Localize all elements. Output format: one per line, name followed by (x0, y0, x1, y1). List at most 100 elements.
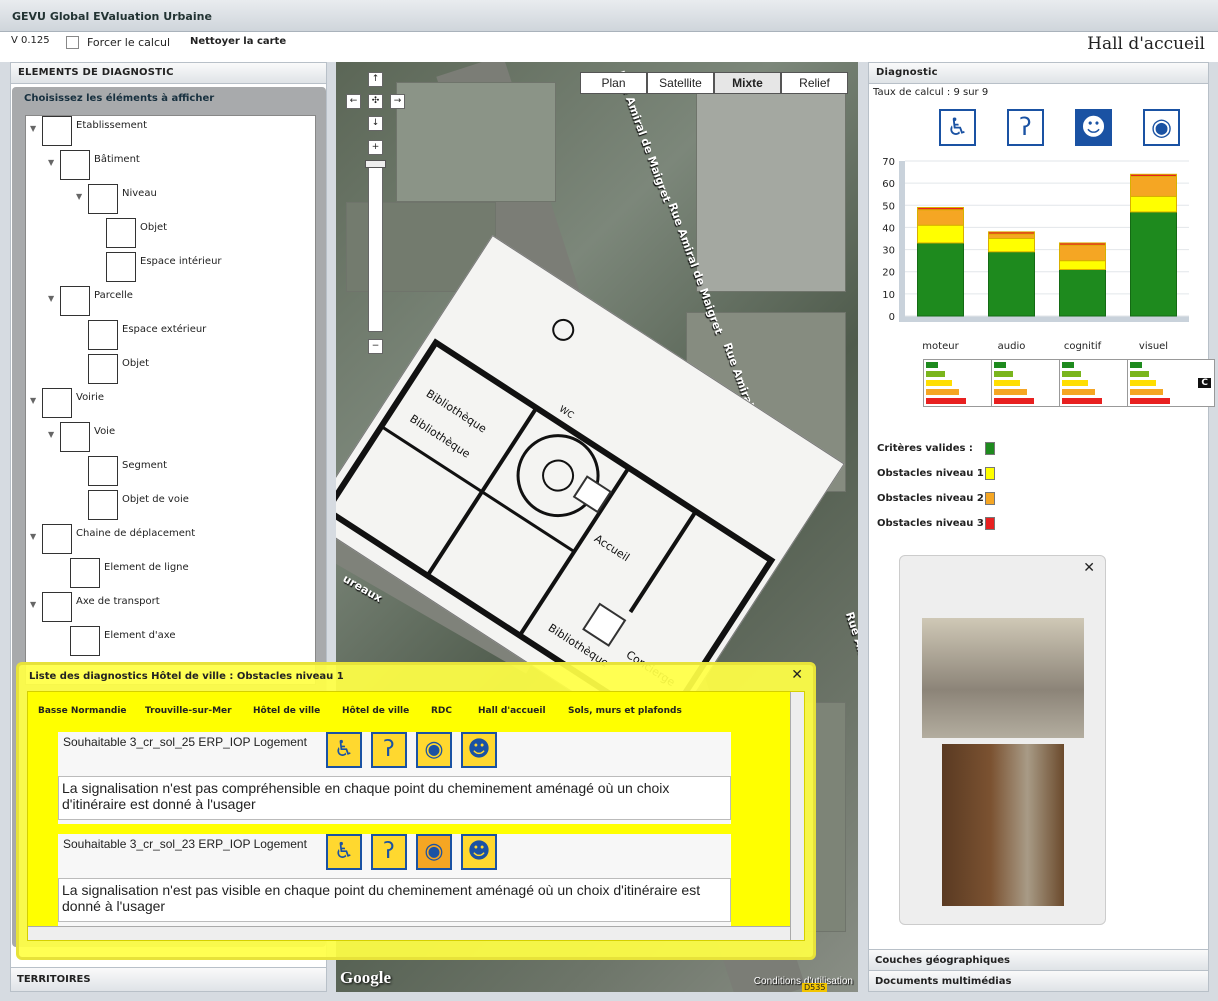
map-building (696, 92, 846, 292)
horizontal-scrollbar[interactable] (28, 926, 790, 940)
tree-item-label[interactable]: Etablissement (76, 120, 147, 131)
wheelchair-icon[interactable]: ♿ (939, 109, 976, 146)
expand-icon[interactable]: ▼ (48, 294, 54, 303)
zoom-in-icon[interactable]: + (368, 140, 383, 155)
force-calc-checkbox[interactable] (66, 36, 79, 49)
diagnostic-header[interactable]: Diagnostic (869, 63, 1208, 84)
map-type-satellite-button[interactable]: Satellite (647, 72, 714, 94)
x-tick-label: moteur (922, 341, 959, 352)
crosswalk-icon[interactable] (88, 490, 118, 520)
tree-item-label[interactable]: Segment (122, 460, 167, 471)
legend-level2: Obstacles niveau 2 : (877, 492, 995, 505)
y-tick-label: 0 (889, 312, 895, 323)
x-tick-label: cognitif (1064, 341, 1102, 352)
pan-right-icon[interactable]: → (390, 94, 405, 109)
energy-bar (926, 389, 959, 395)
zoom-out-icon[interactable]: − (368, 339, 383, 354)
vision-icon[interactable]: ◉ (1143, 109, 1180, 146)
breadcrumb-item[interactable]: Sols, murs et plafonds (568, 706, 682, 716)
bar-segment (1059, 269, 1106, 317)
tree-item-label[interactable]: Voie (94, 426, 115, 437)
documents-section[interactable]: Documents multimédias (869, 970, 1208, 991)
pan-up-icon[interactable]: ↑ (368, 72, 383, 87)
toolbar: V 0.125 Forcer le calcul Nettoyer la car… (0, 32, 1218, 62)
breadcrumb-item[interactable]: Trouville-sur-Mer (145, 706, 232, 716)
element-tree: ▼ Etablissement ▼ Bâtiment ▼ Niveau Objet Espac… (25, 115, 316, 685)
circle-icon[interactable] (106, 218, 136, 248)
expand-icon[interactable]: ▼ (30, 396, 36, 405)
energy-grade: C (1198, 378, 1211, 388)
vision-icon: ◉ (416, 834, 452, 870)
breadcrumb-item[interactable]: Hôtel de ville (253, 706, 320, 716)
tree-item-label[interactable]: Parcelle (94, 290, 133, 301)
expand-icon[interactable]: ▼ (30, 124, 36, 133)
zoom-handle[interactable] (365, 160, 386, 168)
tree-item-label[interactable]: Espace extérieur (122, 324, 206, 335)
tree-item-label[interactable]: Objet de voie (122, 494, 189, 505)
road-icon[interactable] (42, 388, 72, 418)
expand-icon[interactable]: ▼ (76, 192, 82, 201)
map-type-mixte-button[interactable]: Mixte (714, 72, 781, 94)
house-icon[interactable] (60, 150, 90, 180)
expand-icon[interactable]: ▼ (48, 158, 54, 167)
axis-icon[interactable] (42, 592, 72, 622)
diagnostic-item[interactable]: Souhaitable 3_cr_sol_25 ERP_IOP Logement… (58, 732, 731, 824)
item-ref: Souhaitable 3_cr_sol_23 ERP_IOP Logement (63, 837, 307, 851)
zoom-slider[interactable] (368, 162, 383, 332)
lane-icon[interactable] (60, 422, 90, 452)
bar-segment (988, 251, 1035, 317)
pan-center-icon[interactable]: ✣ (368, 94, 383, 109)
tree-item-label[interactable]: Objet (122, 358, 149, 369)
breadcrumb-item[interactable]: Hôtel de ville (342, 706, 409, 716)
left-panel-header[interactable]: ELEMENTS DE DIAGNOSTIC (11, 63, 326, 84)
breadcrumb-item[interactable]: RDC (431, 706, 452, 716)
road-badge: D535 (802, 983, 828, 992)
territoires-section[interactable]: TERRITOIRES (11, 967, 326, 991)
close-icon[interactable]: ✕ (1083, 560, 1095, 576)
tree-item-label[interactable]: Element d'axe (104, 630, 176, 641)
expand-icon[interactable]: ▼ (48, 430, 54, 439)
legend-label: Obstacles niveau 3 : (877, 518, 992, 529)
circle-icon[interactable] (88, 354, 118, 384)
map-type-plan-button[interactable]: Plan (580, 72, 647, 94)
clear-map-button[interactable]: Nettoyer la carte (190, 36, 286, 47)
breadcrumb-item[interactable]: Hall d'accueil (478, 706, 546, 716)
tree-item-label[interactable]: Bâtiment (94, 154, 140, 165)
legend-swatch (985, 492, 995, 505)
tree-item-label[interactable]: Voirie (76, 392, 104, 403)
photo-viewer: ✕ (899, 555, 1106, 925)
hearing-icon: ʔ (371, 732, 407, 768)
chain-icon[interactable] (42, 524, 72, 554)
couches-section[interactable]: Couches géographiques (869, 949, 1208, 970)
room-icon[interactable] (88, 320, 118, 350)
line-element-icon[interactable] (70, 558, 100, 588)
expand-icon[interactable]: ▼ (30, 600, 36, 609)
breadcrumb-item[interactable]: Basse Normandie (38, 706, 127, 716)
diagnostic-item[interactable]: Souhaitable 3_cr_sol_23 ERP_IOP Logement… (58, 834, 731, 926)
pan-left-icon[interactable]: ← (346, 94, 361, 109)
photo-door[interactable] (942, 744, 1064, 906)
expand-icon[interactable]: ▼ (30, 532, 36, 541)
hearing-icon[interactable]: ʔ (1007, 109, 1044, 146)
parcel-icon[interactable] (60, 286, 90, 316)
tree-item-label[interactable]: Objet (140, 222, 167, 233)
tree-item-label[interactable]: Element de ligne (104, 562, 189, 573)
tree-item-label[interactable]: Chaine de déplacement (76, 528, 195, 539)
tree-item-label[interactable]: Axe de transport (76, 596, 160, 607)
pan-down-icon[interactable]: ↓ (368, 116, 383, 131)
building-icon[interactable] (42, 116, 72, 146)
layers-icon[interactable] (88, 184, 118, 214)
tree-item-label[interactable]: Niveau (122, 188, 157, 199)
force-calc-label[interactable]: Forcer le calcul (87, 36, 170, 49)
tree-item-label[interactable]: Espace intérieur (140, 256, 222, 267)
y-tick-label: 60 (882, 179, 895, 190)
room-icon[interactable] (106, 252, 136, 282)
cognitive-icon[interactable]: ☻ (1075, 109, 1112, 146)
vertical-scrollbar[interactable] (790, 692, 804, 940)
axis-element-icon[interactable] (70, 626, 100, 656)
plan-label: Accueil (592, 532, 632, 564)
segment-icon[interactable] (88, 456, 118, 486)
map-type-relief-button[interactable]: Relief (781, 72, 848, 94)
photo-hall[interactable] (922, 618, 1084, 738)
close-icon[interactable]: ✕ (791, 667, 803, 683)
